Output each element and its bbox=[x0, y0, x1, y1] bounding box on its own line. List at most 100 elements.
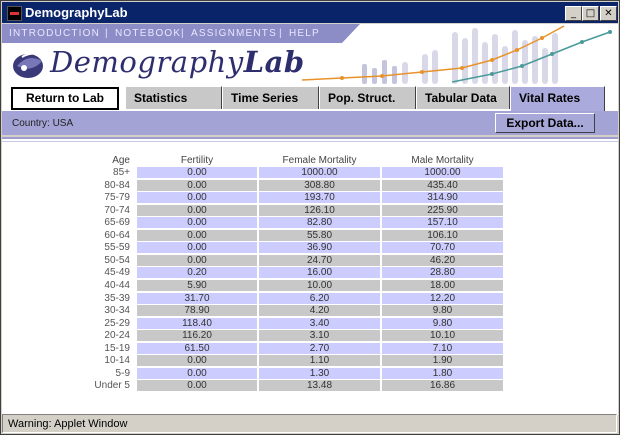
male-mortality-cell: 9.80 bbox=[382, 305, 503, 317]
age-label: 50-54 bbox=[104, 254, 130, 266]
nav-introduction[interactable]: INTRODUCTION bbox=[9, 24, 100, 43]
fertility-cell: 0.00 bbox=[137, 380, 257, 392]
fertility-cell: 116.20 bbox=[137, 330, 257, 342]
age-label: 65-69 bbox=[104, 217, 130, 229]
status-bar: Warning: Applet Window bbox=[2, 414, 617, 433]
applet-window: DemographyLab _ □ ✕ INTRODUCTION | NOTEB… bbox=[0, 0, 620, 435]
title-bar[interactable]: DemographyLab _ □ ✕ bbox=[2, 2, 618, 23]
nav-separator: | bbox=[105, 28, 109, 39]
male-mortality-cell: 70.70 bbox=[382, 242, 503, 254]
female-mortality-cell: 2.70 bbox=[259, 342, 380, 354]
male-mortality-cell: 46.20 bbox=[382, 254, 503, 266]
male-mortality-cell: 225.90 bbox=[382, 204, 503, 216]
header-fertility: Fertility bbox=[180, 155, 214, 166]
female-mortality-cell: 1000.00 bbox=[259, 167, 380, 178]
fertility-cell: 0.20 bbox=[137, 267, 257, 279]
tab-tabular-data[interactable]: Tabular Data bbox=[416, 86, 510, 109]
female-mortality-cell: 1.10 bbox=[259, 355, 380, 367]
header-male-mortality: Male Mortality bbox=[411, 155, 474, 166]
fertility-cell: 0.00 bbox=[137, 179, 257, 191]
female-mortality-cell: 36.90 bbox=[259, 242, 380, 254]
fertility-cell: 31.70 bbox=[137, 292, 257, 304]
female-mortality-cell: 4.20 bbox=[259, 305, 380, 317]
fertility-cell: 0.00 bbox=[137, 254, 257, 266]
male-mortality-cell: 1.80 bbox=[382, 367, 503, 379]
female-mortality-cell: 1.30 bbox=[259, 367, 380, 379]
fertility-cell: 0.00 bbox=[137, 167, 257, 178]
fertility-cell: 0.00 bbox=[137, 355, 257, 367]
female-mortality-cell: 24.70 bbox=[259, 254, 380, 266]
fertility-cell: 61.50 bbox=[137, 342, 257, 354]
nav-separator: | bbox=[279, 28, 283, 39]
logo-suffix: Lab bbox=[243, 45, 305, 79]
age-label: 10-14 bbox=[104, 355, 130, 367]
close-button[interactable]: ✕ bbox=[600, 6, 617, 21]
age-label: 5-9 bbox=[115, 367, 130, 379]
female-mortality-cell: 308.80 bbox=[259, 179, 380, 191]
male-mortality-cell: 12.20 bbox=[382, 292, 503, 304]
tab-statistics[interactable]: Statistics bbox=[125, 86, 222, 109]
female-mortality-cell: 16.00 bbox=[259, 267, 380, 279]
banner-art bbox=[302, 25, 612, 84]
fertility-cell: 5.90 bbox=[137, 279, 257, 291]
logo-prefix: Demography bbox=[50, 45, 244, 79]
country-label: Country: USA bbox=[12, 118, 74, 129]
male-mortality-cell: 314.90 bbox=[382, 192, 503, 204]
header-female-mortality: Female Mortality bbox=[282, 155, 357, 166]
age-label: 35-39 bbox=[104, 292, 130, 304]
female-mortality-cell: 6.20 bbox=[259, 292, 380, 304]
return-to-lab-button[interactable]: Return to Lab bbox=[11, 87, 119, 110]
age-label: 80-84 bbox=[104, 179, 130, 191]
male-mortality-cell: 435.40 bbox=[382, 179, 503, 191]
age-label: 30-34 bbox=[104, 305, 130, 317]
age-label: 70-74 bbox=[104, 204, 130, 216]
age-label: 20-24 bbox=[104, 330, 130, 342]
female-mortality-cell: 3.10 bbox=[259, 330, 380, 342]
age-label: 85+ bbox=[113, 167, 130, 178]
female-mortality-cell: 193.70 bbox=[259, 192, 380, 204]
female-mortality-cell: 13.48 bbox=[259, 380, 380, 392]
age-label: 40-44 bbox=[104, 279, 130, 291]
nav-assignments[interactable]: ASSIGNMENTS bbox=[191, 24, 277, 43]
vital-rates-table: Age Fertility Female Mortality Male Mort… bbox=[2, 137, 618, 415]
export-data-button[interactable]: Export Data... bbox=[495, 113, 595, 133]
tab-pop-struct[interactable]: Pop. Struct. bbox=[319, 86, 416, 109]
logo-wordmark: DemographyLab bbox=[50, 45, 305, 79]
header-age: Age bbox=[112, 155, 130, 166]
male-mortality-cell: 1.90 bbox=[382, 355, 503, 367]
tab-bar: Return to Lab Statistics Time Series Pop… bbox=[2, 84, 618, 111]
female-mortality-cell: 126.10 bbox=[259, 204, 380, 216]
age-label: 60-64 bbox=[104, 229, 130, 241]
age-label: 15-19 bbox=[104, 342, 130, 354]
fertility-cell: 0.00 bbox=[137, 367, 257, 379]
nav-separator: | bbox=[181, 28, 185, 39]
age-label: 75-79 bbox=[104, 192, 130, 204]
banner: INTRODUCTION | NOTEBOOK | ASSIGNMENTS | … bbox=[2, 24, 618, 84]
fertility-cell: 78.90 bbox=[137, 305, 257, 317]
fertility-cell: 0.00 bbox=[137, 229, 257, 241]
male-mortality-cell: 106.10 bbox=[382, 229, 503, 241]
fertility-cell: 118.40 bbox=[137, 317, 257, 329]
male-mortality-cell: 1000.00 bbox=[382, 167, 503, 178]
female-mortality-cell: 55.80 bbox=[259, 229, 380, 241]
male-mortality-cell: 28.80 bbox=[382, 267, 503, 279]
nav-notebook[interactable]: NOTEBOOK bbox=[115, 24, 181, 43]
age-label: Under 5 bbox=[94, 380, 130, 392]
age-label: 55-59 bbox=[104, 242, 130, 254]
maximize-button[interactable]: □ bbox=[582, 6, 599, 21]
female-mortality-cell: 3.40 bbox=[259, 317, 380, 329]
window-title: DemographyLab bbox=[25, 5, 128, 20]
tab-time-series[interactable]: Time Series bbox=[222, 86, 319, 109]
java-cup-icon bbox=[7, 6, 22, 21]
male-mortality-cell: 18.00 bbox=[382, 279, 503, 291]
male-mortality-cell: 9.80 bbox=[382, 317, 503, 329]
female-mortality-cell: 82.80 bbox=[259, 217, 380, 229]
minimize-button[interactable]: _ bbox=[565, 6, 582, 21]
logo-globe-icon bbox=[13, 52, 47, 78]
age-label: 25-29 bbox=[104, 317, 130, 329]
tab-vital-rates[interactable]: Vital Rates bbox=[510, 86, 605, 111]
male-mortality-cell: 10.10 bbox=[382, 330, 503, 342]
top-nav: INTRODUCTION | NOTEBOOK | ASSIGNMENTS | … bbox=[2, 24, 360, 43]
female-mortality-cell: 10.00 bbox=[259, 279, 380, 291]
fertility-cell: 0.00 bbox=[137, 242, 257, 254]
